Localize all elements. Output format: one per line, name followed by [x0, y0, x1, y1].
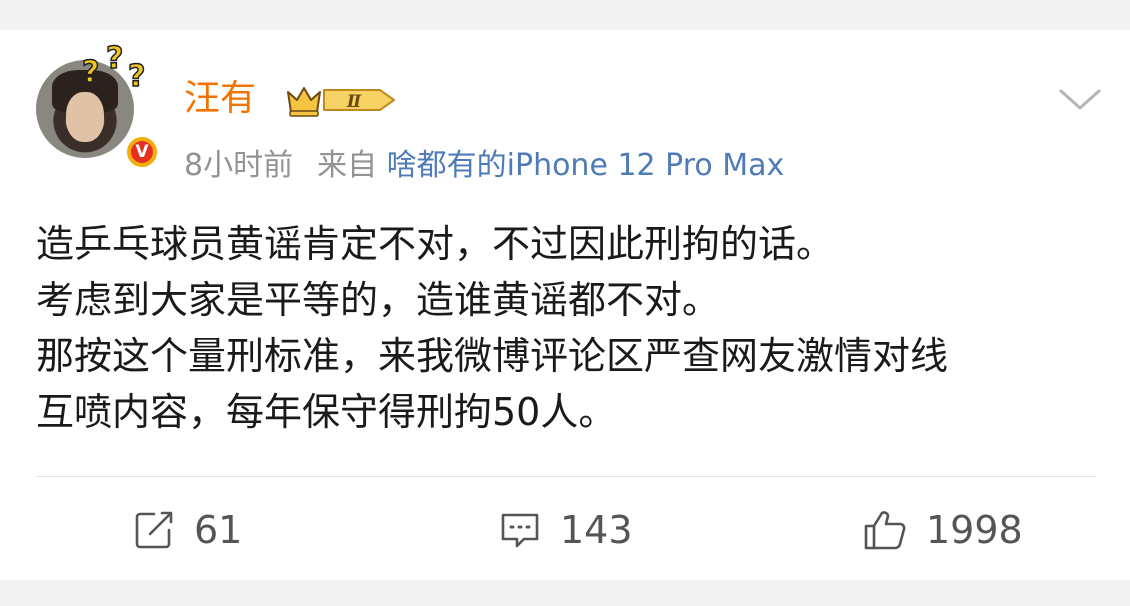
- post-text-line: 造乒乓球员黄谣肯定不对，不过因此刑拘的话。: [36, 222, 835, 266]
- like-count: 1998: [926, 508, 1023, 552]
- repost-icon: [135, 511, 173, 549]
- post-meta: 8小时前 来自 啥都有的iPhone 12 Pro Max: [184, 146, 784, 186]
- repost-button[interactable]: 61: [132, 505, 242, 555]
- post-time: 8小时前: [184, 148, 294, 183]
- verified-v-icon: V: [124, 134, 160, 170]
- vip-crown-icon[interactable]: Ⅱ: [284, 82, 404, 118]
- vip-level: Ⅱ: [346, 92, 362, 112]
- source-link[interactable]: 啥都有的iPhone 12 Pro Max: [387, 148, 785, 183]
- question-mark-decoration-icon: ?: [127, 59, 146, 94]
- divider: [36, 476, 1096, 477]
- source-prefix: 来自: [317, 148, 378, 183]
- avatar[interactable]: ? ? ? V: [36, 41, 160, 170]
- thumbs-up-icon: [864, 511, 906, 550]
- comment-icon: [501, 513, 539, 548]
- like-button[interactable]: 1998: [862, 505, 1023, 555]
- post-body: 造乒乓球员黄谣肯定不对，不过因此刑拘的话。 考虑到大家是平等的，造谁黄谣都不对。…: [36, 216, 1106, 440]
- post-text-line: 互喷内容，每年保守得刑拘50人。: [36, 390, 617, 434]
- repost-count: 61: [194, 508, 243, 552]
- post-text-line: 考虑到大家是平等的，造谁黄谣都不对。: [36, 278, 721, 322]
- question-mark-decoration-icon: ?: [105, 41, 124, 76]
- chevron-down-icon[interactable]: [1058, 86, 1102, 114]
- username[interactable]: 汪有: [184, 77, 256, 121]
- question-mark-decoration-icon: ?: [81, 55, 100, 90]
- post-text-line: 那按这个量刑标准，来我微博评论区严查网友激情对线: [36, 334, 949, 378]
- comment-count: 143: [560, 508, 633, 552]
- comment-button[interactable]: 143: [498, 505, 633, 555]
